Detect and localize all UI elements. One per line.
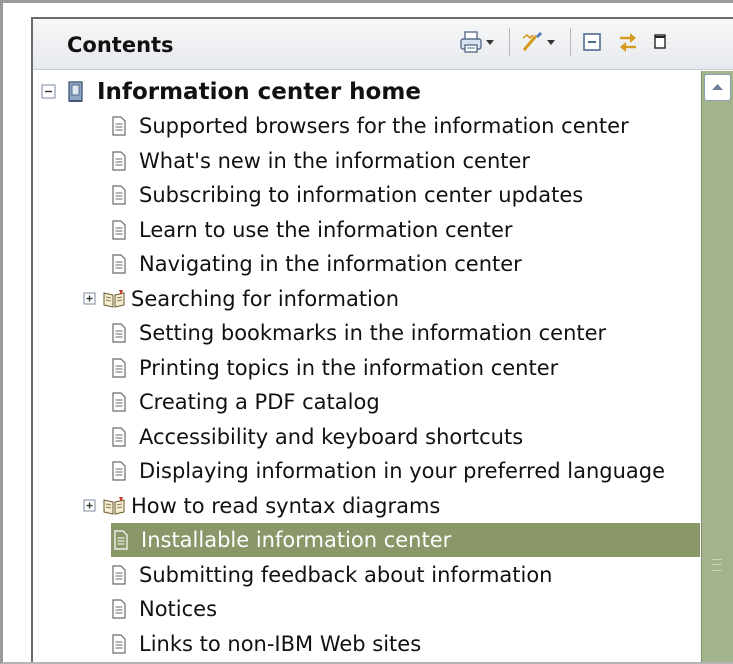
open-book-icon [103,290,125,308]
expand-icon[interactable] [83,292,97,306]
maximize-button[interactable] [653,30,667,54]
tree-item[interactable]: Links to non-IBM Web sites [111,627,421,661]
tree-item-label: Accessibility and keyboard shortcuts [139,425,524,449]
tree-item-label: Setting bookmarks in the information cen… [139,321,607,345]
book-icon [68,81,83,102]
document-icon [112,151,126,171]
tree-item-label: Subscribing to information center update… [139,183,584,207]
chevron-down-icon [486,40,494,45]
tree-item-label: Searching for information [131,287,400,311]
document-icon [112,461,126,481]
contents-tree: Information center home Supported browse… [33,71,700,662]
toolbar [459,27,671,57]
document-icon [112,599,126,619]
tree-item[interactable]: Navigating in the information center [111,247,522,281]
tree-item[interactable]: How to read syntax diagrams [83,489,440,523]
tree-item[interactable]: Subscribing to information center update… [111,178,583,212]
tree-item-label: Submitting feedback about information [139,563,553,587]
tree-root[interactable]: Information center home [41,75,421,109]
tree-item-label: Displaying information in your preferred… [139,459,666,483]
collapse-all-icon [583,33,601,51]
vertical-scrollbar[interactable] [701,71,733,662]
print-button[interactable] [459,30,495,54]
maximize-icon [654,34,666,49]
scrollbar-grip[interactable] [712,559,722,571]
chevron-up-icon [712,84,723,90]
window-frame: Contents Information center home Support… [0,0,733,664]
tree-item[interactable]: Learn to use the information center [111,213,513,247]
document-icon [112,116,126,136]
contents-panel: Contents Information center home Support… [31,17,733,662]
tree-item[interactable]: What's new in the information center [111,144,530,178]
open-book-icon [103,497,125,515]
document-icon [114,530,128,550]
tree-item-label: How to read syntax diagrams [131,494,441,518]
tree-item[interactable]: Creating a PDF catalog [111,385,380,419]
panel-titlebar: Contents [33,19,733,70]
document-icon [112,634,126,654]
sync-arrows-icon [620,33,636,52]
collapse-all-button[interactable] [581,30,603,54]
chevron-down-icon [547,40,555,45]
tree-item[interactable]: Searching for information [83,282,399,316]
expand-icon[interactable] [83,499,97,513]
document-icon [112,185,126,205]
panel-title: Contents [67,33,174,57]
scroll-up-button[interactable] [704,74,731,101]
tree-item-label: Notices [139,597,218,621]
tree-item[interactable]: Notices [111,592,217,626]
tree-item-label: Printing topics in the information cente… [139,356,559,380]
tree-item-selected[interactable]: Installable information center [111,523,700,557]
tree-item[interactable]: Setting bookmarks in the information cen… [111,316,606,350]
collapse-icon[interactable] [41,84,57,100]
document-icon [112,254,126,274]
tree-item-label: Learn to use the information center [139,218,513,242]
link-with-contents-button[interactable] [617,30,639,54]
tree-root-label: Information center home [97,79,421,105]
highlight-button[interactable] [520,30,556,54]
document-icon [112,358,126,378]
tree-item[interactable]: Supported browsers for the information c… [111,109,629,143]
print-icon [460,31,482,53]
tree-item-label: Supported browsers for the information c… [139,114,629,138]
document-icon [112,323,126,343]
toolbar-separator [509,28,510,56]
toolbar-separator [570,28,571,56]
document-icon [112,392,126,412]
document-icon [112,427,126,447]
document-icon [112,565,126,585]
document-icon [112,220,126,240]
tree-item-label: Links to non-IBM Web sites [139,632,422,656]
tree-item-label: Navigating in the information center [139,252,522,276]
tree-item[interactable]: Submitting feedback about information [111,558,553,592]
tree-item-label: Installable information center [141,528,452,552]
tree-item[interactable]: Accessibility and keyboard shortcuts [111,420,523,454]
tree-item[interactable]: Printing topics in the information cente… [111,351,558,385]
tree-item[interactable]: Displaying information in your preferred… [111,454,665,488]
tree-item-label: Creating a PDF catalog [139,390,380,414]
tree-item-label: What's new in the information center [139,149,531,173]
highlight-icon [522,32,542,51]
